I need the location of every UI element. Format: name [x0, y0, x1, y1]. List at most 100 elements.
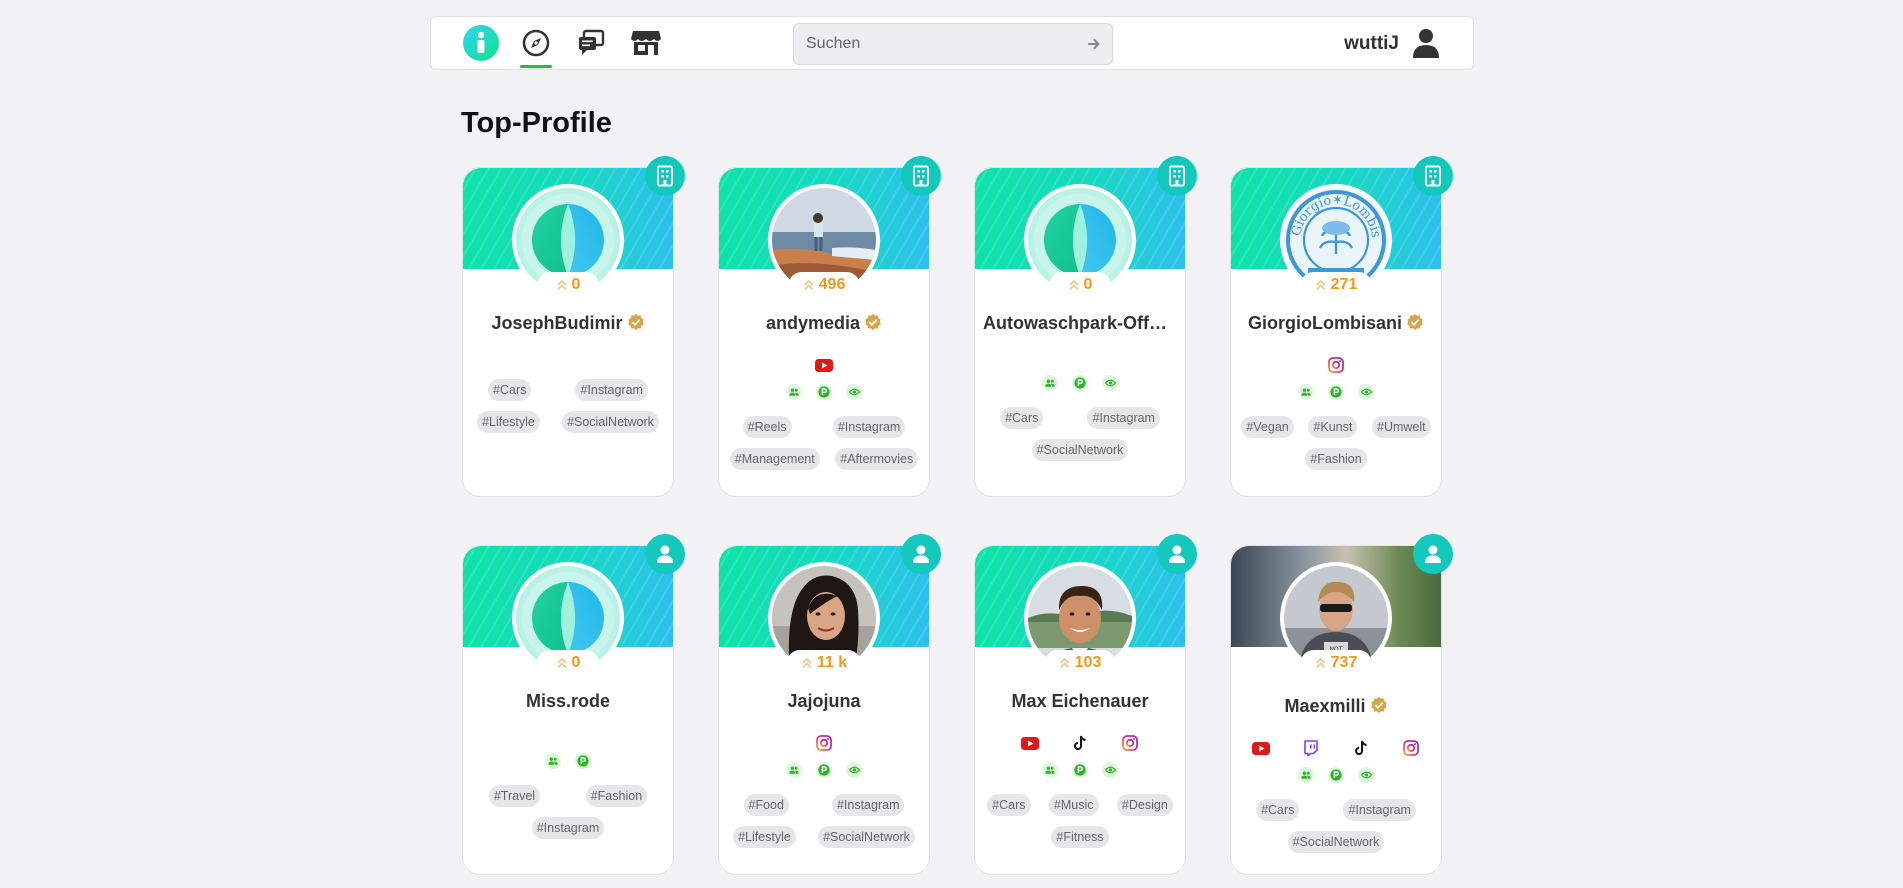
profile-name-text: Jajojuna [787, 691, 861, 711]
stats-row [975, 375, 1185, 391]
building-icon [1167, 165, 1187, 187]
hashtag[interactable]: #Reels [742, 416, 792, 438]
page-title: Top-Profile [461, 107, 612, 139]
hashtag[interactable]: #Kunst [1308, 416, 1358, 438]
social-links [1231, 738, 1441, 758]
people-icon [786, 762, 802, 778]
stats-row [1231, 384, 1441, 400]
verified-badge-icon [865, 313, 881, 331]
hashtag[interactable]: #Fashion [585, 785, 648, 807]
youtube-icon[interactable] [1020, 733, 1040, 753]
verified-badge-icon [1370, 696, 1387, 714]
rank-chevron-icon [804, 279, 814, 291]
hashtag[interactable]: #Cars [1256, 799, 1300, 821]
person-icon [911, 544, 931, 564]
stats-row [1231, 767, 1441, 783]
hashtag[interactable]: #Lifestyle [733, 826, 796, 848]
profile-card[interactable]: 11 k Jajojuna #Food #Instagram #Lifestyle #So… [718, 534, 941, 875]
youtube-icon[interactable] [814, 355, 834, 375]
profile-card[interactable]: 0 JosephBudimir #Cars #Instagram #Lifestyle #… [462, 156, 685, 497]
hashtag[interactable]: #Cars [987, 794, 1031, 816]
rank-value: 0 [571, 654, 581, 671]
compass-icon[interactable] [517, 24, 555, 68]
rank-chevron-icon [1060, 657, 1070, 669]
hashtag-list: #Cars #Instagram #SocialNetwork [1239, 799, 1433, 853]
hashtag[interactable]: #Travel [488, 785, 541, 807]
company-badge [645, 156, 685, 196]
rank-value: 737 [1330, 654, 1358, 671]
profile-card[interactable]: NOT737Maexmilli#Cars#Instagram#SocialNet… [1230, 534, 1453, 875]
hashtag[interactable]: #SocialNetwork [562, 411, 659, 433]
profile-name: Miss.rode [471, 691, 665, 712]
hashtag[interactable]: #Umwelt [1372, 416, 1431, 438]
creator-badge [1157, 534, 1197, 574]
hashtag[interactable]: #Instagram [832, 416, 906, 438]
rank-chevron-icon [1316, 279, 1326, 291]
hashtag[interactable]: #Instagram [831, 794, 905, 816]
stats-row [463, 753, 673, 769]
profile-name-text: Miss.rode [525, 691, 611, 711]
profile-card[interactable]: Giorgio✶Lombisani271GiorgioLombisani#Veg… [1230, 156, 1453, 497]
app-logo-icon[interactable] [462, 24, 500, 62]
rank-value: 103 [1074, 654, 1102, 671]
hashtag[interactable]: #Fashion [1305, 448, 1367, 470]
rank-chevron-icon [1068, 279, 1079, 291]
building-icon [911, 165, 931, 187]
search-box [793, 23, 1113, 65]
profile-card[interactable]: 0 Miss.rode #Travel #Fashion #Instagram [462, 534, 685, 875]
profile-card[interactable]: 103 Max Eichenauer #Cars #Music #Design #Fitn… [974, 534, 1197, 875]
p-icon [1072, 375, 1088, 391]
instagram-icon[interactable] [1326, 355, 1346, 375]
twitch-icon[interactable] [1301, 738, 1321, 758]
hashtag[interactable]: #Instagram [1343, 799, 1416, 821]
p-icon [1328, 767, 1344, 783]
hashtag[interactable]: #Fitness [1051, 826, 1109, 848]
hashtag[interactable]: #Management [729, 448, 820, 470]
profile-name: Max Eichenauer [983, 691, 1177, 712]
hashtag[interactable]: #Instagram [575, 379, 648, 401]
tiktok-icon[interactable] [1351, 738, 1371, 758]
social-links [719, 355, 929, 375]
profile-name-text: Max Eichenauer [1011, 691, 1149, 711]
instagram-icon[interactable] [1120, 733, 1140, 753]
hashtag[interactable]: #Music [1048, 794, 1099, 816]
tiktok-icon[interactable] [1070, 733, 1090, 753]
profile-card[interactable]: 0Autowaschpark-Offenbach#Cars#Instagram#… [974, 156, 1197, 497]
stats-row [975, 762, 1185, 778]
profile-name-text: Maexmilli [1284, 696, 1366, 716]
creator-badge [901, 534, 941, 574]
hashtag[interactable]: #Food [743, 794, 789, 816]
instagram-icon[interactable] [1401, 738, 1421, 758]
hashtag[interactable]: #SocialNetwork [1287, 831, 1385, 853]
hashtag[interactable]: #Cars [488, 379, 532, 401]
eye-icon [846, 762, 862, 778]
youtube-icon[interactable] [1251, 738, 1271, 758]
hashtag[interactable]: #Instagram [531, 817, 605, 839]
hashtag[interactable]: #Instagram [1087, 407, 1160, 429]
hashtag[interactable]: #Design [1116, 794, 1173, 816]
store-icon[interactable] [627, 24, 665, 62]
rank-value: 496 [818, 276, 846, 293]
username[interactable]: wuttiJ [1344, 33, 1399, 55]
people-icon [1298, 384, 1314, 400]
hashtag-list: #Vegan #Kunst #Umwelt #Fashion [1239, 416, 1433, 470]
search-input[interactable] [794, 24, 1074, 64]
messages-icon[interactable] [572, 24, 610, 62]
rank-value: 11 k [816, 654, 848, 671]
hashtag[interactable]: #Lifestyle [477, 411, 540, 433]
hashtag[interactable]: #Aftermovies [835, 448, 919, 470]
profile-card[interactable]: 496 andymedia #Reels #Instagram #Management #… [718, 156, 941, 497]
hashtag[interactable]: #SocialNetwork [1031, 439, 1129, 461]
hashtag[interactable]: #SocialNetwork [818, 826, 915, 848]
rank-chevron-icon [556, 279, 567, 291]
arrow-right-icon[interactable] [1084, 34, 1104, 54]
hashtag[interactable]: #Cars [1000, 407, 1044, 429]
rank-value: 0 [1083, 276, 1093, 293]
p-icon [575, 753, 591, 769]
person-icon [1423, 544, 1443, 564]
instagram-icon[interactable] [814, 733, 834, 753]
building-icon [1423, 165, 1443, 187]
user-profile-icon[interactable] [1411, 27, 1441, 59]
hashtag[interactable]: #Vegan [1241, 416, 1294, 438]
person-icon [655, 544, 675, 564]
